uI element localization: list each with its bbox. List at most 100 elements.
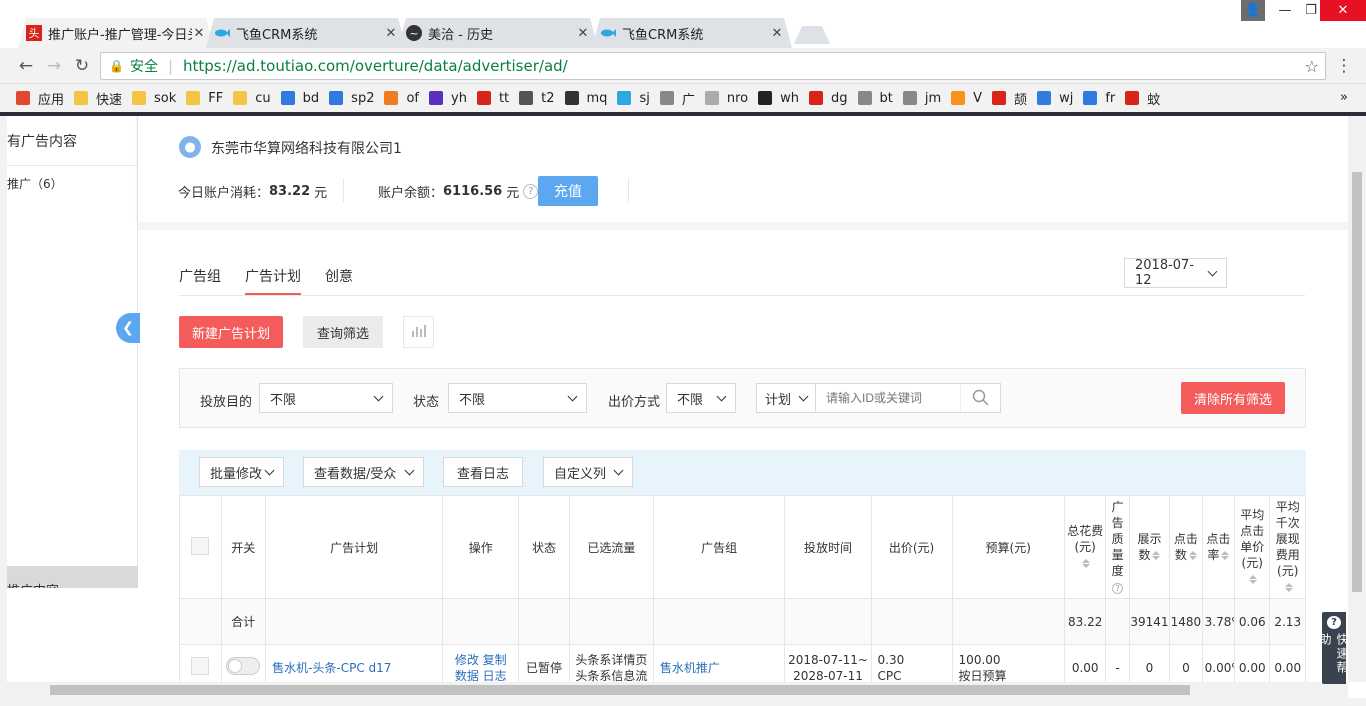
bookmark-label: fr [1105, 90, 1116, 106]
chevron-left-icon: ❮ [122, 320, 134, 336]
star-icon[interactable]: ☆ [1305, 57, 1319, 76]
search-icon[interactable] [960, 384, 1000, 412]
profile-icon[interactable]: 👤 [1241, 0, 1265, 21]
select-all-checkbox[interactable] [191, 536, 210, 555]
bookmark-item[interactable]: wh [758, 91, 799, 106]
th-ctr[interactable]: 点击率 [1201, 495, 1236, 599]
tab-ad-group[interactable]: 广告组 [179, 266, 221, 286]
bookmark-item[interactable]: 颉 [992, 89, 1027, 108]
flow-2: 头条系信息流 [575, 668, 648, 683]
bookmark-item[interactable]: nro [704, 91, 748, 106]
plan-toggle[interactable] [226, 657, 261, 675]
bookmark-item[interactable]: t2 [519, 91, 555, 106]
browser-tab-4[interactable]: 飞鱼CRM系统 ✕ [592, 18, 792, 48]
bookmark-item[interactable]: V [951, 91, 982, 106]
back-icon[interactable]: ← [16, 56, 36, 76]
row-checkbox[interactable] [191, 657, 210, 675]
address-bar[interactable]: 🔒 安全 | https://ad.toutiao.com/overture/d… [100, 52, 1326, 80]
bookmark-item[interactable]: mq [564, 91, 607, 106]
bookmark-item[interactable]: sj [617, 91, 650, 106]
ops-links-1[interactable]: 修改 复制 [455, 653, 507, 667]
view-log-button[interactable]: 查看日志 [443, 457, 523, 487]
bookmark-item[interactable]: fr [1083, 91, 1115, 106]
close-tab-icon[interactable]: ✕ [576, 26, 590, 41]
chart-view-button[interactable] [403, 316, 434, 348]
close-tab-icon[interactable]: ✕ [384, 26, 398, 41]
help-icon[interactable]: ? [1112, 583, 1124, 594]
bookmark-icon [186, 91, 201, 105]
goal-select[interactable]: 不限 [259, 383, 393, 413]
close-tab-icon[interactable]: ✕ [192, 26, 206, 41]
bookmark-item[interactable]: wj [1037, 91, 1073, 106]
status-select[interactable]: 不限 [448, 383, 587, 413]
th-cpc[interactable]: 平均点击单价(元) [1234, 495, 1271, 599]
th-cost-label: 总花费(元) [1067, 524, 1104, 554]
ops-links-2[interactable]: 数据 日志 [455, 669, 507, 683]
new-tab-button[interactable] [794, 26, 830, 44]
forward-icon[interactable]: → [44, 56, 64, 76]
bookmark-item[interactable]: yh [429, 91, 467, 106]
bookmark-item[interactable]: jm [902, 91, 941, 106]
tab-ad-plan[interactable]: 广告计划 [245, 266, 301, 286]
sidebar-bottom-item[interactable]: 推广内容 [7, 566, 138, 588]
bookmark-item[interactable]: bt [857, 91, 893, 106]
bookmark-item[interactable]: of [384, 91, 419, 106]
date-picker[interactable]: 2018-07-12 [1124, 258, 1227, 288]
balance-label: 账户余额： [378, 186, 444, 201]
view-data-dropdown[interactable]: 查看数据/受众 [303, 457, 424, 487]
close-tab-icon[interactable]: ✕ [770, 26, 784, 41]
search-input[interactable] [816, 385, 960, 411]
quick-help-button[interactable]: ? 快速帮助 [1318, 612, 1349, 684]
bookmark-item[interactable]: 蚊 [1125, 89, 1160, 108]
new-plan-button[interactable]: 新建广告计划 [179, 316, 283, 348]
batch-edit-dropdown[interactable]: 批量修改 [199, 457, 284, 487]
account-card: ● 东莞市华算网络科技有限公司1 今日账户消耗： 83.22 元 账户余额： 6… [138, 116, 1348, 222]
today-label: 今日账户消耗： [178, 186, 270, 201]
bid-label: 出价方式 [608, 395, 661, 410]
bookmark-label: yh [451, 90, 467, 106]
bookmark-item[interactable]: FF [186, 91, 223, 106]
th-shows[interactable]: 展示数 [1128, 495, 1171, 599]
collapse-sidebar-button[interactable]: ❮ [116, 313, 140, 343]
help-icon[interactable]: ? [523, 184, 539, 199]
custom-columns-dropdown[interactable]: 自定义列 [543, 457, 633, 487]
bookmark-label: sp2 [351, 90, 375, 106]
bookmark-item[interactable]: 应用 [16, 89, 64, 108]
total-quality [1105, 598, 1130, 645]
recharge-button[interactable]: 充值 [538, 176, 598, 206]
goal-label: 投放目的 [200, 395, 253, 410]
scroll-thumb[interactable] [1352, 172, 1362, 592]
sort-icon [1221, 551, 1230, 560]
bookmark-item[interactable]: cu [233, 91, 271, 106]
horizontal-scrollbar[interactable] [7, 682, 1348, 698]
bookmark-item[interactable]: 快速 [74, 89, 122, 108]
sidebar-item[interactable]: 推广（6） [7, 166, 137, 200]
menu-icon[interactable]: ⋮ [1334, 56, 1354, 76]
browser-tab-3[interactable]: ~ 美洽 - 历史 ✕ [398, 18, 598, 48]
close-window-button[interactable]: ✕ [1320, 0, 1366, 21]
bookmark-item[interactable]: 广 [659, 89, 695, 108]
reload-icon[interactable]: ↻ [72, 56, 92, 76]
vertical-scrollbar[interactable] [1348, 116, 1366, 682]
bookmark-item[interactable]: sp2 [329, 91, 374, 106]
browser-tab-1[interactable]: 头 推广账户-推广管理-今日头 ✕ [18, 18, 214, 48]
bid-select[interactable]: 不限 [666, 383, 736, 413]
total-label: 合计 [220, 598, 267, 645]
scroll-thumb[interactable] [50, 685, 1190, 695]
query-filter-button[interactable]: 查询筛选 [303, 316, 383, 348]
browser-tab-2[interactable]: 飞鱼CRM系统 ✕ [206, 18, 406, 48]
tab-creative[interactable]: 创意 [325, 266, 353, 286]
th-cpm[interactable]: 平均千次展现费用(元) [1269, 495, 1306, 599]
chevron-down-icon [716, 391, 727, 401]
th-flow: 已选流量 [568, 495, 654, 599]
bookmark-item[interactable]: tt [476, 91, 509, 106]
bookmark-item[interactable]: dg [808, 91, 848, 106]
bookmarks-more-icon[interactable]: » [1340, 90, 1348, 105]
bookmark-item[interactable]: bd [280, 91, 319, 106]
th-cost[interactable]: 总花费(元) [1063, 495, 1107, 599]
search-scope-select[interactable]: 计划 [756, 383, 816, 413]
bookmark-item[interactable]: sok [132, 91, 176, 106]
clear-filters-button[interactable]: 清除所有筛选 [1181, 382, 1285, 414]
th-clicks[interactable]: 点击数 [1169, 495, 1203, 599]
bookmark-icon [659, 91, 674, 105]
